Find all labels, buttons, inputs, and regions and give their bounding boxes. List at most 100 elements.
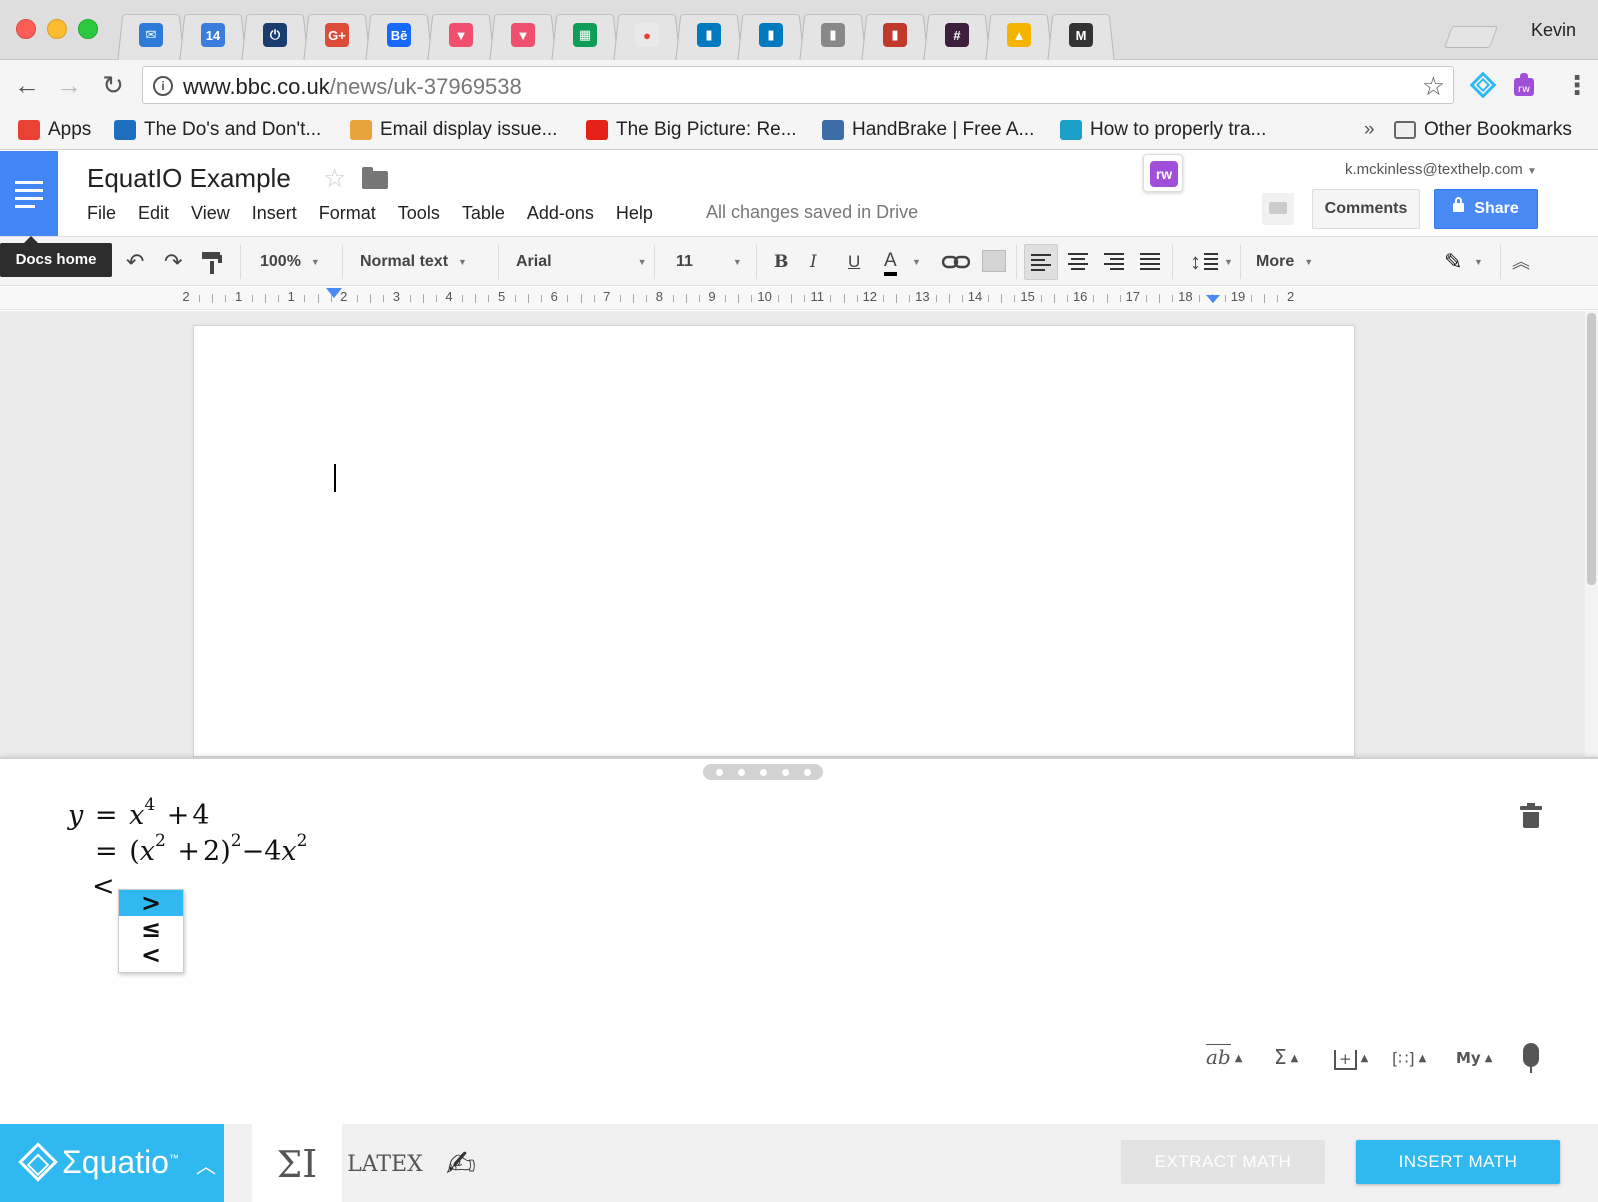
text-color-button[interactable]: A: [884, 248, 897, 276]
browser-tab[interactable]: ▲: [985, 12, 1053, 62]
bookmark-item[interactable]: The Big Picture: Re...: [586, 118, 797, 142]
italic-button[interactable]: I: [810, 248, 817, 276]
font-size-dropdown[interactable]: 11 ▼: [676, 248, 742, 276]
autocomplete-option[interactable]: ≤: [119, 916, 183, 942]
equatio-menu-button[interactable]: Σquatio™ ︿: [0, 1124, 224, 1202]
handwriting-mode-button[interactable]: ✍: [416, 1124, 506, 1202]
scrollbar-thumb[interactable]: [1587, 313, 1596, 585]
bookmark-item[interactable]: How to properly tra...: [1060, 118, 1266, 142]
trash-icon[interactable]: [1520, 803, 1542, 829]
math-line-1[interactable]: y = x4 +4: [68, 795, 210, 831]
minimize-window-button[interactable]: [47, 19, 67, 39]
line-spacing-icon[interactable]: ↕: [1190, 248, 1201, 276]
matrix-palette-button[interactable]: [∷] ▲: [1392, 1045, 1426, 1069]
resize-grip[interactable]: [703, 764, 823, 780]
menu-item-file[interactable]: File: [87, 203, 116, 224]
browser-tab[interactable]: ▮: [861, 12, 929, 62]
bookmark-item[interactable]: Email display issue...: [350, 118, 557, 142]
back-arrow-icon[interactable]: ←: [14, 72, 40, 98]
other-bookmarks-button[interactable]: Other Bookmarks: [1394, 118, 1572, 142]
underline-button[interactable]: U: [848, 248, 860, 276]
close-window-button[interactable]: [16, 19, 36, 39]
align-right-icon[interactable]: [1104, 253, 1124, 273]
style-dropdown[interactable]: Normal text ▼: [360, 248, 480, 276]
document-page[interactable]: [193, 325, 1355, 757]
account-email[interactable]: k.mckinless@texthelp.com ▼: [1345, 161, 1537, 178]
read-write-toolbar-badge[interactable]: rw: [1143, 154, 1183, 192]
link-icon[interactable]: [942, 255, 970, 269]
browser-tab[interactable]: ▮: [799, 12, 867, 62]
docs-logo-icon[interactable]: [0, 151, 58, 236]
folder-icon[interactable]: [362, 167, 388, 189]
extract-math-button[interactable]: EXTRACT MATH: [1121, 1140, 1325, 1184]
more-button[interactable]: More ▼: [1256, 248, 1313, 276]
maximize-window-button[interactable]: [78, 19, 98, 39]
bookmark-item[interactable]: Apps: [18, 118, 91, 142]
profile-name[interactable]: Kevin: [1531, 20, 1576, 41]
text-palette-button[interactable]: ab ▲: [1206, 1044, 1242, 1069]
comment-icon[interactable]: [982, 250, 1006, 272]
menu-item-insert[interactable]: Insert: [252, 203, 297, 224]
align-left-button[interactable]: [1024, 244, 1058, 280]
menu-item-help[interactable]: Help: [616, 203, 653, 224]
browser-tab[interactable]: 14: [179, 12, 247, 62]
bookmark-star-icon[interactable]: ☆: [1422, 71, 1445, 102]
chat-icon[interactable]: [1262, 193, 1294, 225]
autocomplete-option[interactable]: >: [119, 890, 183, 916]
bookmark-item[interactable]: HandBrake | Free A...: [822, 118, 1034, 142]
insert-math-button[interactable]: INSERT MATH: [1356, 1140, 1560, 1184]
new-tab-button[interactable]: [1443, 26, 1499, 48]
reload-icon[interactable]: ↻: [100, 72, 126, 98]
right-indent-marker[interactable]: [1206, 295, 1220, 303]
menu-item-edit[interactable]: Edit: [138, 203, 169, 224]
menu-item-format[interactable]: Format: [319, 203, 376, 224]
justify-icon[interactable]: [1140, 253, 1160, 273]
redo-icon[interactable]: ↷: [164, 248, 182, 276]
save-status[interactable]: All changes saved in Drive: [706, 202, 918, 223]
font-dropdown[interactable]: Arial ▼: [516, 248, 647, 276]
document-title[interactable]: EquatIO Example: [87, 163, 291, 194]
star-icon[interactable]: ☆: [323, 163, 346, 194]
read-write-extension-icon[interactable]: rw: [1512, 72, 1538, 98]
browser-tab[interactable]: M: [1047, 12, 1115, 62]
browser-tab[interactable]: G+: [303, 12, 371, 62]
comments-button[interactable]: Comments: [1312, 189, 1420, 229]
sigma-palette-button[interactable]: Σ ▲: [1274, 1045, 1298, 1069]
undo-icon[interactable]: ↶: [126, 248, 144, 276]
math-line-2[interactable]: = (x2 +2)2−4x2: [92, 831, 307, 867]
menu-item-tools[interactable]: Tools: [398, 203, 440, 224]
browser-tab[interactable]: #: [923, 12, 991, 62]
address-bar[interactable]: i www.bbc.co.uk/news/uk-37969538 ☆: [142, 66, 1454, 104]
bookmark-item[interactable]: The Do's and Don't...: [114, 118, 321, 142]
browser-tab[interactable]: ▼: [489, 12, 557, 62]
browser-tab[interactable]: ▮: [737, 12, 805, 62]
my-palette-button[interactable]: My ▲: [1456, 1049, 1492, 1067]
math-line-3[interactable]: <: [92, 871, 115, 902]
browser-tab[interactable]: ●: [613, 12, 681, 62]
bold-button[interactable]: B: [774, 248, 788, 276]
vertical-scrollbar[interactable]: [1585, 311, 1598, 757]
math-editor-mode-button[interactable]: ΣI: [252, 1124, 342, 1202]
collapse-toolbar-icon[interactable]: ︽: [1512, 248, 1530, 276]
forward-arrow-icon[interactable]: →: [56, 72, 82, 98]
browser-tab[interactable]: Bē: [365, 12, 433, 62]
microphone-icon[interactable]: [1523, 1043, 1539, 1073]
symbols-palette-button[interactable]: + ▲: [1334, 1045, 1368, 1070]
menu-item-table[interactable]: Table: [462, 203, 505, 224]
browser-menu-icon[interactable]: ⋮: [1564, 70, 1590, 100]
browser-tab[interactable]: ▮: [675, 12, 743, 62]
info-icon[interactable]: i: [153, 76, 173, 96]
browser-tab[interactable]: ✉: [117, 12, 185, 62]
share-button[interactable]: Share: [1434, 189, 1538, 229]
equatio-extension-icon[interactable]: [1470, 72, 1496, 98]
paint-format-icon[interactable]: [200, 250, 224, 276]
left-indent-marker[interactable]: [326, 288, 342, 298]
editing-mode-pencil-icon[interactable]: ✎: [1444, 248, 1462, 276]
bookmarks-overflow-button[interactable]: »: [1364, 118, 1375, 142]
url-text[interactable]: www.bbc.co.uk/news/uk-37969538: [183, 74, 522, 100]
browser-tab[interactable]: ▼: [427, 12, 495, 62]
align-center-icon[interactable]: [1068, 253, 1088, 273]
zoom-dropdown[interactable]: 100% ▼: [260, 248, 320, 276]
autocomplete-option[interactable]: <: [119, 942, 183, 968]
browser-tab[interactable]: ▦: [551, 12, 619, 62]
